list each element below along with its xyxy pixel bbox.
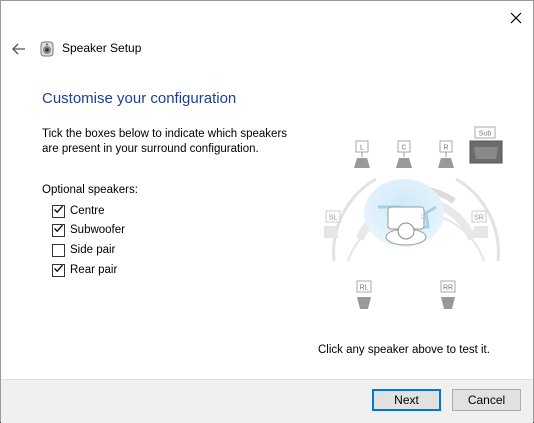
speaker-center[interactable]: C bbox=[396, 140, 412, 168]
page-heading: Customise your configuration bbox=[42, 90, 237, 107]
instructions-text: Tick the boxes below to indicate which s… bbox=[42, 128, 288, 155]
speaker-label: RL bbox=[360, 285, 369, 292]
speaker-label: C bbox=[401, 145, 406, 152]
speaker-subwoofer[interactable]: Sub bbox=[469, 126, 503, 164]
speaker-side-right[interactable]: SR bbox=[471, 210, 488, 238]
checkbox-box[interactable] bbox=[52, 243, 65, 257]
back-button[interactable] bbox=[9, 39, 29, 59]
window-title: Speaker Setup bbox=[62, 41, 142, 55]
speaker-rear-right[interactable]: RR bbox=[440, 280, 456, 309]
speaker-rear-left[interactable]: RL bbox=[356, 280, 372, 309]
checkbox-label: Side pair bbox=[70, 244, 116, 256]
speaker-label: SR bbox=[474, 215, 484, 222]
centre-checkbox[interactable]: Centre bbox=[52, 203, 105, 219]
checkmark-icon bbox=[53, 223, 64, 237]
optional-speakers-label: Optional speakers: bbox=[42, 184, 138, 196]
close-button[interactable] bbox=[505, 7, 527, 29]
checkbox-box[interactable] bbox=[52, 204, 65, 218]
side-pair-checkbox[interactable]: Side pair bbox=[52, 242, 115, 258]
rear-pair-checkbox[interactable]: Rear pair bbox=[52, 262, 117, 278]
checkbox-label: Centre bbox=[70, 205, 105, 217]
footer-bar: Next Cancel bbox=[1, 379, 533, 423]
listener-head bbox=[397, 222, 415, 240]
speaker-label: L bbox=[360, 145, 364, 152]
speaker-layout-diagram: 10 L C R Sub SL SR RL RR bbox=[324, 126, 503, 309]
speaker-label: Sub bbox=[479, 131, 492, 138]
checkbox-label: Subwoofer bbox=[70, 224, 125, 236]
checkbox-box[interactable] bbox=[52, 263, 65, 277]
next-button[interactable]: Next bbox=[372, 389, 441, 411]
speaker-setup-window: Speaker Setup Customise your configurati… bbox=[0, 0, 534, 423]
back-arrow-icon bbox=[12, 43, 25, 55]
checkbox-label: Rear pair bbox=[70, 264, 118, 276]
cancel-button[interactable]: Cancel bbox=[452, 389, 521, 411]
label-10: 10 bbox=[420, 214, 428, 221]
checkmark-icon bbox=[53, 204, 64, 218]
checkbox-box[interactable] bbox=[52, 223, 65, 237]
speaker-front-left[interactable]: L bbox=[354, 140, 370, 168]
speaker-label: RR bbox=[443, 285, 453, 292]
checkmark-icon bbox=[53, 263, 64, 277]
test-speaker-hint: Click any speaker above to test it. bbox=[318, 344, 490, 356]
subwoofer-checkbox[interactable]: Subwoofer bbox=[52, 222, 125, 238]
speaker-label: SL bbox=[329, 215, 338, 222]
speaker-icon bbox=[40, 41, 54, 57]
close-icon bbox=[510, 12, 522, 24]
speaker-front-right[interactable]: R bbox=[438, 140, 454, 168]
speaker-label: R bbox=[443, 145, 448, 152]
